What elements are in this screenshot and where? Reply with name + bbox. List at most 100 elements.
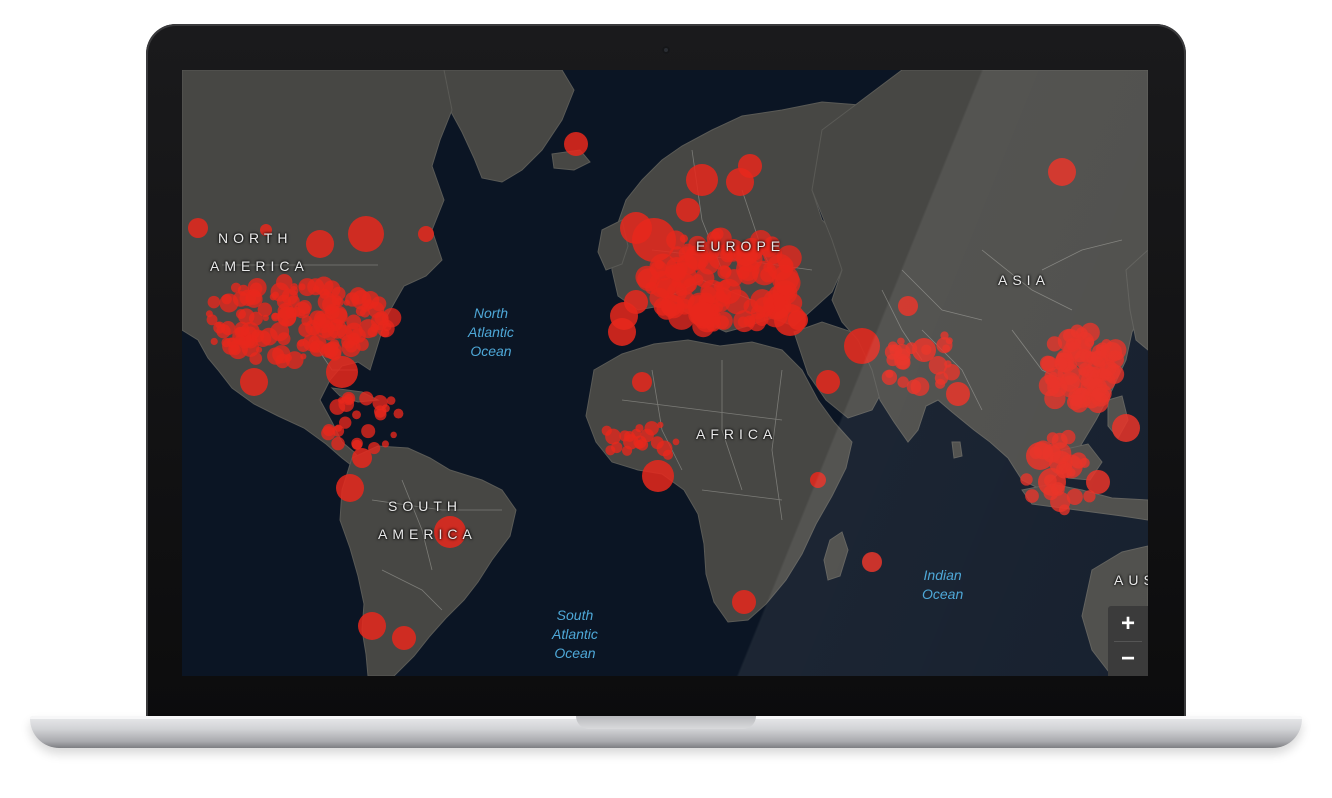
case-marker[interactable] xyxy=(670,265,687,282)
case-marker[interactable] xyxy=(1046,336,1063,352)
case-marker[interactable] xyxy=(715,287,732,303)
case-marker[interactable] xyxy=(1058,504,1070,516)
case-marker[interactable] xyxy=(621,445,633,456)
world-map[interactable] xyxy=(182,70,1148,676)
case-marker[interactable] xyxy=(381,404,390,413)
case-marker[interactable] xyxy=(228,339,248,360)
case-marker[interactable] xyxy=(1112,414,1140,442)
case-marker[interactable] xyxy=(661,295,685,319)
case-marker[interactable] xyxy=(371,296,387,312)
case-marker[interactable] xyxy=(207,295,221,309)
case-marker[interactable] xyxy=(1047,376,1068,398)
case-marker[interactable] xyxy=(631,428,642,439)
case-marker[interactable] xyxy=(686,164,718,196)
case-marker[interactable] xyxy=(788,310,808,330)
case-marker[interactable] xyxy=(381,440,390,448)
case-marker[interactable] xyxy=(1066,488,1083,505)
case-marker[interactable] xyxy=(944,360,952,368)
case-marker[interactable] xyxy=(418,226,434,242)
case-marker[interactable] xyxy=(1090,350,1107,367)
map-viewport[interactable]: NORTH AMERICA SOUTH AMERICA EUROPE AFRICA ASIA… xyxy=(182,70,1148,676)
case-marker[interactable] xyxy=(634,440,644,450)
case-marker[interactable] xyxy=(249,352,263,365)
case-marker[interactable] xyxy=(213,321,226,334)
case-marker[interactable] xyxy=(885,369,894,379)
case-marker[interactable] xyxy=(620,212,652,244)
case-marker[interactable] xyxy=(691,273,704,286)
case-marker[interactable] xyxy=(738,154,762,178)
case-marker[interactable] xyxy=(717,265,732,280)
case-marker[interactable] xyxy=(898,296,918,316)
case-marker[interactable] xyxy=(352,410,361,420)
zoom-in-button[interactable]: + xyxy=(1108,606,1148,641)
case-marker[interactable] xyxy=(946,382,970,406)
case-marker[interactable] xyxy=(1066,359,1078,370)
case-marker[interactable] xyxy=(267,347,285,365)
case-marker[interactable] xyxy=(906,379,922,395)
case-marker[interactable] xyxy=(1074,331,1095,352)
case-marker[interactable] xyxy=(351,328,366,343)
case-marker[interactable] xyxy=(642,460,674,492)
case-marker[interactable] xyxy=(1020,473,1033,486)
case-marker[interactable] xyxy=(298,283,306,291)
case-marker[interactable] xyxy=(306,230,334,258)
case-marker[interactable] xyxy=(343,299,350,306)
case-marker[interactable] xyxy=(732,590,756,614)
case-marker[interactable] xyxy=(248,311,263,326)
case-marker[interactable] xyxy=(1090,387,1111,407)
case-marker[interactable] xyxy=(1026,442,1054,470)
case-marker[interactable] xyxy=(326,356,358,388)
case-marker[interactable] xyxy=(1025,489,1039,503)
case-marker[interactable] xyxy=(640,428,654,443)
case-marker[interactable] xyxy=(210,337,218,346)
case-marker[interactable] xyxy=(271,291,280,299)
case-marker[interactable] xyxy=(294,301,311,319)
case-marker[interactable] xyxy=(632,372,652,392)
zoom-out-button[interactable]: − xyxy=(1108,641,1148,676)
case-marker[interactable] xyxy=(359,391,374,406)
case-marker[interactable] xyxy=(260,327,278,346)
case-marker[interactable] xyxy=(1038,468,1066,496)
case-marker[interactable] xyxy=(675,284,687,297)
case-marker[interactable] xyxy=(255,346,263,353)
case-marker[interactable] xyxy=(331,436,345,451)
case-marker[interactable] xyxy=(321,426,336,441)
case-marker[interactable] xyxy=(810,472,826,488)
case-marker[interactable] xyxy=(188,218,208,238)
case-marker[interactable] xyxy=(317,292,337,312)
case-marker[interactable] xyxy=(240,368,268,396)
case-marker[interactable] xyxy=(672,438,680,446)
case-marker[interactable] xyxy=(390,431,397,439)
case-marker[interactable] xyxy=(862,552,882,572)
case-marker[interactable] xyxy=(816,370,840,394)
case-marker[interactable] xyxy=(352,448,372,468)
case-marker[interactable] xyxy=(297,339,305,347)
case-marker[interactable] xyxy=(750,289,774,313)
case-marker[interactable] xyxy=(361,424,376,439)
case-marker[interactable] xyxy=(564,132,588,156)
case-marker[interactable] xyxy=(232,291,249,307)
case-marker[interactable] xyxy=(635,265,659,289)
case-marker[interactable] xyxy=(300,353,307,360)
case-marker[interactable] xyxy=(358,612,386,640)
case-marker[interactable] xyxy=(1060,429,1076,445)
case-marker[interactable] xyxy=(336,474,364,502)
case-marker[interactable] xyxy=(763,262,773,273)
case-marker[interactable] xyxy=(601,425,612,436)
case-marker[interactable] xyxy=(329,399,346,415)
case-marker[interactable] xyxy=(314,276,334,296)
case-marker[interactable] xyxy=(1078,367,1087,376)
case-marker[interactable] xyxy=(676,198,700,222)
case-marker[interactable] xyxy=(1048,158,1076,186)
case-marker[interactable] xyxy=(1067,394,1084,411)
case-marker[interactable] xyxy=(276,274,293,291)
case-marker[interactable] xyxy=(656,440,673,457)
case-marker[interactable] xyxy=(392,626,416,650)
case-marker[interactable] xyxy=(382,322,392,332)
case-marker[interactable] xyxy=(348,216,384,252)
case-marker[interactable] xyxy=(689,301,715,327)
case-marker[interactable] xyxy=(309,325,321,336)
case-marker[interactable] xyxy=(897,337,905,346)
case-marker[interactable] xyxy=(309,341,321,353)
case-marker[interactable] xyxy=(1079,457,1090,469)
